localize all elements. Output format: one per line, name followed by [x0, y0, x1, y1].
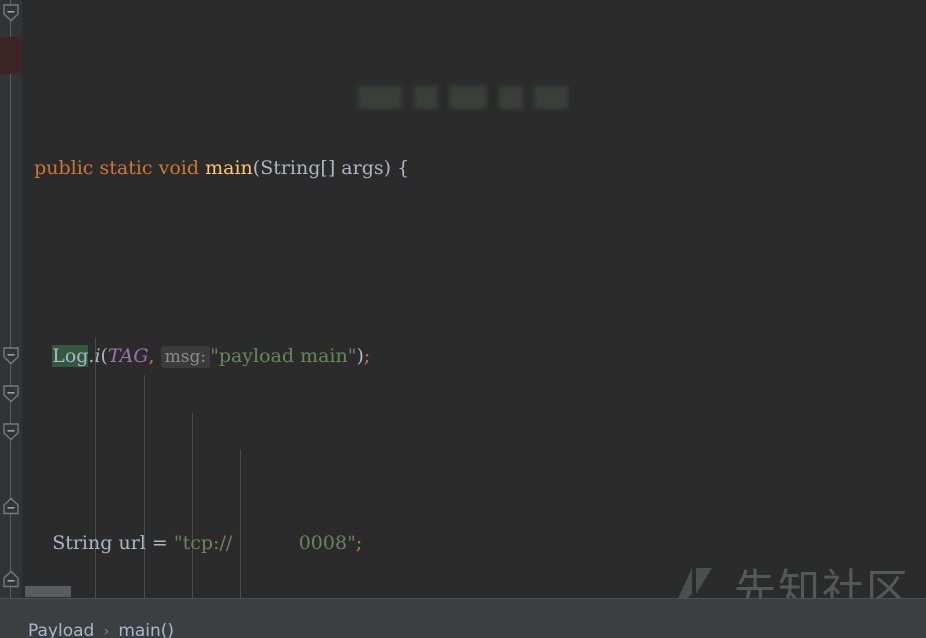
redacted-url-block [358, 86, 402, 109]
token-close-paren: ) [356, 344, 364, 367]
code-editor-window: public static void main(String[] args) {… [0, 0, 926, 638]
code-line-2: Log.i(TAG, msg: "payload main"); [22, 338, 926, 376]
code-line-3: String url = "tcp:// 0008"; [22, 525, 926, 563]
redacted-url-block [449, 86, 487, 109]
fold-collapse-icon[interactable] [1, 423, 21, 441]
scrollbar-thumb[interactable] [25, 586, 71, 597]
token-type-string: String [52, 532, 113, 554]
redacted-url-block [534, 86, 568, 109]
breadcrumb[interactable]: Payload › main() [0, 598, 926, 638]
horizontal-scrollbar[interactable] [22, 584, 902, 598]
fold-collapse-icon[interactable] [1, 385, 21, 403]
breadcrumb-class[interactable]: Payload [28, 621, 94, 638]
token-string-url-prefix: "tcp:// [173, 532, 233, 554]
token-open-paren: ( [100, 344, 108, 367]
fold-end-icon[interactable] [1, 497, 21, 515]
token-open-brace: { [397, 157, 410, 179]
search-match-log[interactable]: Log [52, 344, 89, 367]
token-type-string: String [260, 157, 321, 179]
breadcrumb-method[interactable]: main() [118, 621, 174, 638]
token-param-args: args [341, 157, 384, 179]
fold-collapse-icon[interactable] [1, 4, 21, 22]
token-semicolon: ; [355, 532, 363, 554]
token-comma: , [148, 344, 155, 367]
fold-end-icon[interactable] [1, 570, 21, 588]
token-array-brackets: [] [320, 157, 336, 179]
redacted-url-block [414, 86, 438, 109]
gutter-highlighted-line [0, 37, 22, 74]
token-method-main: main [205, 157, 253, 179]
parameter-hint-msg: msg: [160, 345, 211, 368]
token-keyword-public: public [34, 157, 94, 179]
code-text-area[interactable]: public static void main(String[] args) {… [22, 0, 926, 598]
code-line-1: public static void main(String[] args) { [22, 150, 926, 188]
token-semicolon: ; [363, 344, 371, 367]
fold-collapse-icon[interactable] [1, 347, 21, 365]
editor-gutter[interactable] [0, 0, 22, 598]
token-var-url: url [118, 532, 146, 554]
token-string-payload-main: "payload main" [210, 344, 357, 367]
token-equals: = [151, 532, 168, 554]
token-field-tag: TAG [107, 344, 149, 367]
token-close-paren: ) [383, 157, 392, 179]
token-keyword-void: void [158, 157, 200, 179]
token-string-url-port: 0008" [298, 532, 356, 554]
token-keyword-static: static [99, 157, 153, 179]
redacted-url-block [499, 86, 523, 109]
redacted-url-spacer [232, 532, 298, 554]
breadcrumb-separator-icon: › [103, 622, 110, 638]
